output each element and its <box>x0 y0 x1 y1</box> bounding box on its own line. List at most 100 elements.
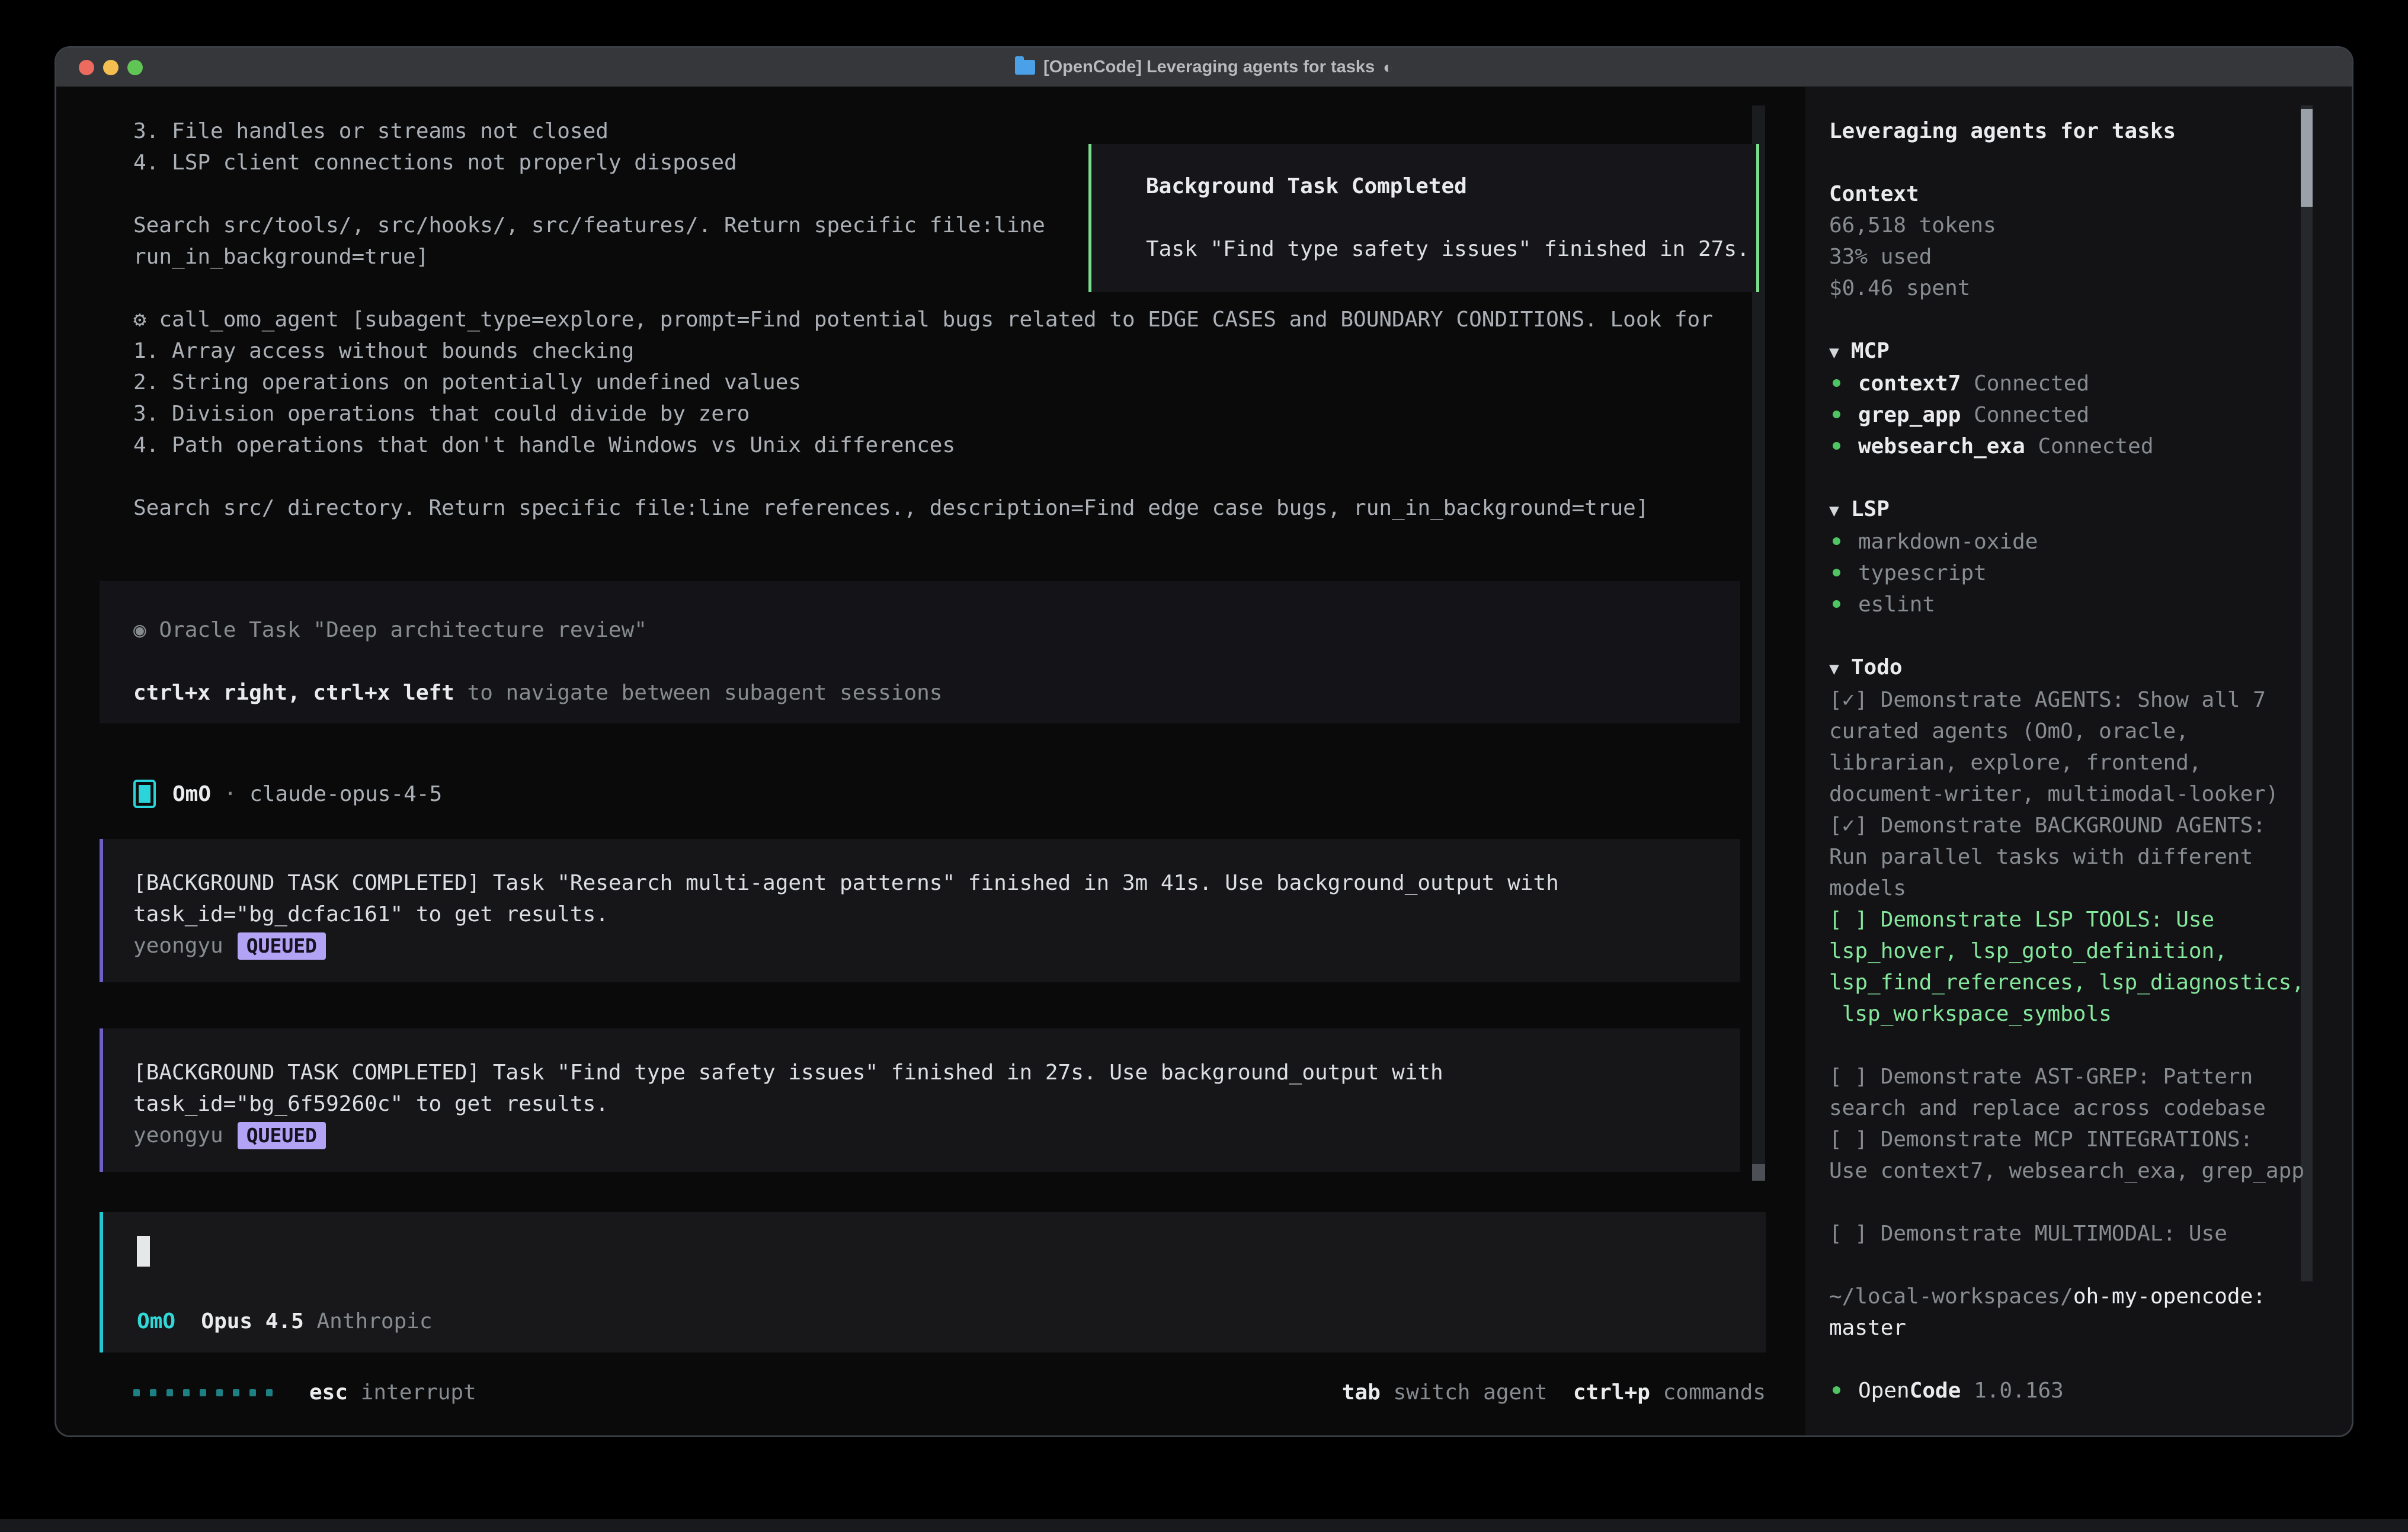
transcript-line: 3. File handles or streams not closed <box>133 116 1745 147</box>
todo-line-active: [ ] Demonstrate LSP TOOLS: Use <box>1829 904 2309 935</box>
mcp-item: context7 Connected <box>1829 368 2309 399</box>
status-footer: esc interrupt tab switch agent ctrl+p co… <box>133 1377 1766 1408</box>
spinner-dot-icon <box>216 1389 223 1396</box>
lsp-header-label: LSP <box>1851 497 1890 521</box>
agent-checkbox-icon <box>133 780 156 808</box>
sidebar-blank-line <box>1829 1030 2309 1061</box>
oracle-hint-rest: to navigate between subagent sessions <box>454 681 943 705</box>
transcript-line: Search src/ directory. Return specific f… <box>133 492 1745 524</box>
agent-name: OmO <box>172 778 211 810</box>
todo-line-done: Run parallel tasks with different <box>1829 841 2309 873</box>
titlebar[interactable]: [OpenCode] Leveraging agents for tasks ◐ <box>56 48 2352 87</box>
tab-key-label: switch agent <box>1381 1380 1548 1405</box>
todo-line-done: [✓] Demonstrate AGENTS: Show all 7 <box>1829 684 2309 716</box>
toast-spacer <box>1146 202 1756 233</box>
oracle-hint-line: ctrl+x right, ctrl+x left to navigate be… <box>133 677 1740 709</box>
window-title-group: [OpenCode] Leveraging agents for tasks ◐ <box>1015 52 1393 83</box>
sidebar-blank-line <box>1829 304 2309 335</box>
close-window-button[interactable] <box>79 60 94 75</box>
toast-title: Background Task Completed <box>1146 171 1756 202</box>
app-version-number: 1.0.163 <box>1961 1379 2063 1403</box>
lsp-server-name: eslint <box>1858 592 1935 617</box>
todo-header[interactable]: ▼ Todo <box>1829 652 2309 684</box>
spinner-dot-icon <box>200 1389 206 1396</box>
agent-session-header[interactable]: OmO · claude-opus-4-5 <box>133 775 442 812</box>
task-message-line-2: task_id="bg_6f59260c" to get results. <box>133 1088 1740 1120</box>
background-task-toast: Background Task Completed Task "Find typ… <box>1088 144 1759 292</box>
task-user: yeongyu <box>133 1123 223 1148</box>
todo-line-done: curated agents (OmO, oracle, <box>1829 716 2309 747</box>
workspace-path: ~/local-workspaces/oh-my-opencode: <box>1829 1281 2309 1312</box>
workspace-path-prefix: ~/local-workspaces/ <box>1829 1284 2073 1309</box>
spinner-dot-icon <box>233 1389 239 1396</box>
window-title: [OpenCode] Leveraging agents for tasks <box>1043 52 1375 83</box>
text-cursor <box>137 1236 150 1267</box>
background-task-message-2: [BACKGROUND TASK COMPLETED] Task "Find t… <box>100 1028 1740 1172</box>
collapse-triangle-icon: ▼ <box>1829 659 1839 678</box>
spinner-dot-icon <box>133 1389 140 1396</box>
queued-status-badge: QUEUED <box>238 1122 326 1149</box>
session-status-icon: ◐ <box>1383 52 1393 83</box>
lsp-item: typescript <box>1829 557 2309 589</box>
spinner-dots <box>133 1389 273 1396</box>
sidebar-blank-line <box>1829 462 2309 493</box>
zoom-window-button[interactable] <box>127 60 143 75</box>
tab-key-hint: tab <box>1342 1380 1381 1405</box>
lsp-header[interactable]: ▼ LSP <box>1829 493 2309 526</box>
main-scrollbar-thumb[interactable] <box>1752 1164 1765 1181</box>
background-task-message-1: [BACKGROUND TASK COMPLETED] Task "Resear… <box>100 839 1740 982</box>
status-dot-icon <box>1833 442 1840 450</box>
transcript-line <box>133 461 1745 492</box>
app-name-regular: Open <box>1858 1379 1910 1403</box>
transcript-line: 3. Division operations that could divide… <box>133 398 1745 430</box>
agent-model: claude-opus-4-5 <box>249 778 442 810</box>
todo-line-done: librarian, explore, frontend, <box>1829 747 2309 778</box>
mcp-header[interactable]: ▼MCP <box>1829 335 2309 368</box>
toast-body: Task "Find type safety issues" finished … <box>1146 233 1756 265</box>
mcp-server-status: Connected <box>1961 371 2089 396</box>
input-provider-name: Anthropic <box>316 1309 432 1334</box>
workspace-repo-name: oh-my-opencode: <box>2073 1284 2266 1309</box>
task-message-line-1: [BACKGROUND TASK COMPLETED] Task "Find t… <box>133 1057 1740 1088</box>
model-selector-row[interactable]: OmO Opus 4.5 Anthropic <box>137 1306 433 1337</box>
task-message-line-1: [BACKGROUND TASK COMPLETED] Task "Resear… <box>133 867 1740 899</box>
context-header: Context <box>1829 178 2309 210</box>
lsp-server-name: typescript <box>1858 561 1987 585</box>
prompt-input[interactable]: OmO Opus 4.5 Anthropic <box>100 1212 1766 1352</box>
oracle-task-line: ◉ Oracle Task "Deep architecture review" <box>133 614 1740 646</box>
git-branch-name: master <box>1829 1312 2309 1344</box>
transcript-line: 2. String operations on potentially unde… <box>133 367 1745 398</box>
task-user: yeongyu <box>133 934 223 958</box>
spinner-dot-icon <box>166 1389 173 1396</box>
mcp-header-label: MCP <box>1851 339 1890 363</box>
mcp-item: websearch_exa Connected <box>1829 431 2309 462</box>
collapse-triangle-icon: ▼ <box>1829 501 1839 520</box>
transcript-line: 1. Array access without bounds checking <box>133 335 1745 367</box>
todo-line-pending: Use context7, websearch_exa, grep_app <box>1829 1155 2309 1187</box>
ctrlp-key-hint: ctrl+p <box>1548 1380 1650 1405</box>
mcp-server-name: grep_app <box>1858 403 1961 427</box>
todo-line-active: lsp_workspace_symbols <box>1829 998 2309 1030</box>
esc-key-hint: esc <box>309 1380 348 1405</box>
todo-header-label: Todo <box>1851 655 1903 680</box>
agent-separator: · <box>211 778 249 810</box>
status-dot-icon <box>1833 569 1840 576</box>
oracle-spacer <box>133 646 1740 677</box>
sidebar-session-title: Leveraging agents for tasks <box>1829 116 2309 147</box>
spinner-dot-icon <box>266 1389 273 1396</box>
task-message-line-2: task_id="bg_dcfac161" to get results. <box>133 899 1740 930</box>
queued-status-badge: QUEUED <box>238 932 326 960</box>
sidebar-blank-line <box>1829 620 2309 652</box>
spinner-dot-icon <box>249 1389 256 1396</box>
todo-line-pending: [ ] Demonstrate MULTIMODAL: Use <box>1829 1218 2309 1249</box>
mcp-server-name: context7 <box>1858 371 1961 396</box>
sidebar-blank-line <box>1829 1344 2309 1375</box>
minimize-window-button[interactable] <box>103 60 119 75</box>
mcp-item: grep_app Connected <box>1829 399 2309 431</box>
mcp-server-status: Connected <box>2025 434 2154 459</box>
folder-icon <box>1015 60 1035 75</box>
status-dot-icon <box>1833 600 1840 608</box>
app-version-row: OpenCode 1.0.163 <box>1829 1375 2309 1406</box>
context-stat: 66,518 tokens <box>1829 210 2309 241</box>
oracle-task-box: ◉ Oracle Task "Deep architecture review"… <box>100 581 1740 723</box>
